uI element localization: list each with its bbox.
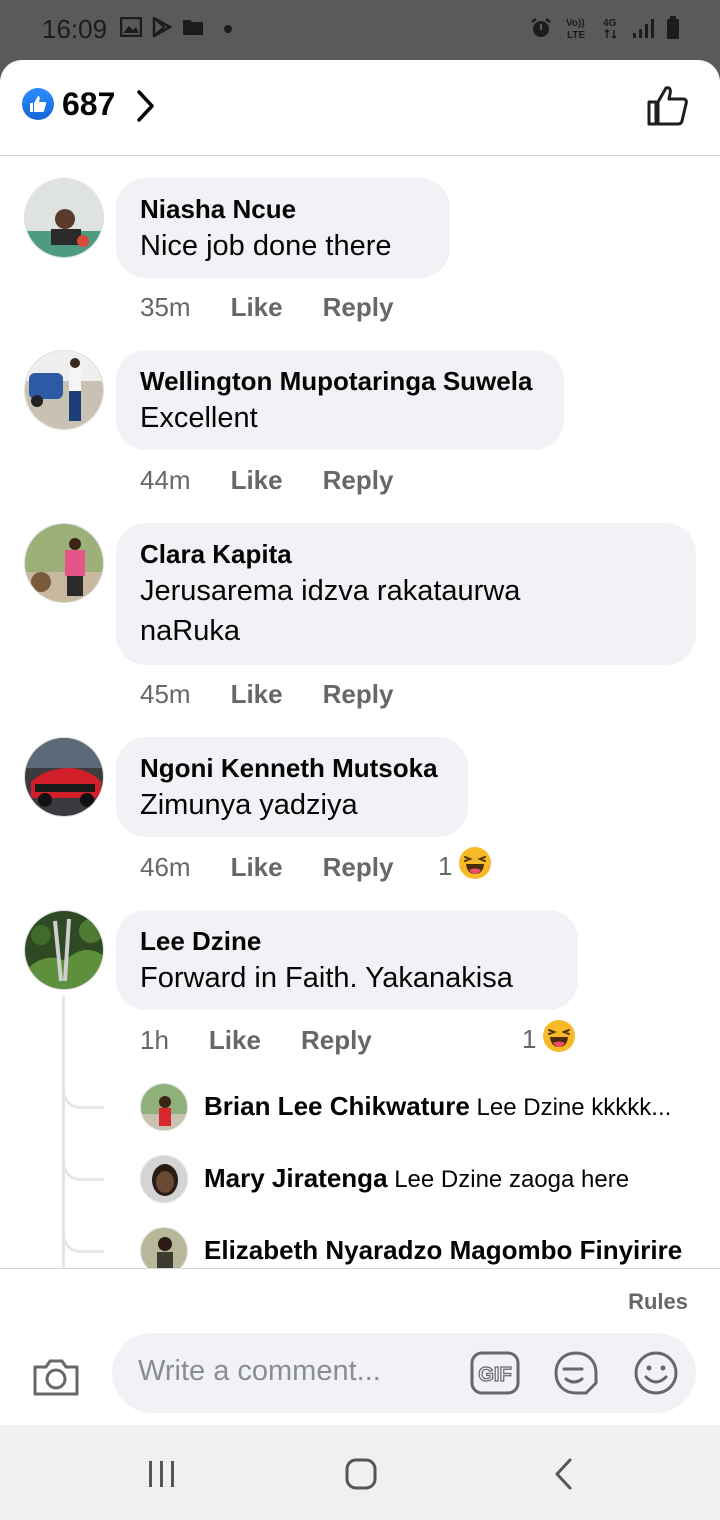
comment-reactions[interactable]: 1 bbox=[438, 846, 492, 887]
comment-author[interactable]: Wellington Mupotaringa Suwela bbox=[140, 364, 540, 398]
rules-link[interactable]: Rules bbox=[628, 1289, 688, 1315]
like-badge-icon bbox=[22, 88, 54, 120]
reply-item[interactable]: Mary Jiratenga Lee Dzine zaoga here bbox=[204, 1163, 629, 1194]
svg-text:4G: 4G bbox=[603, 18, 617, 29]
comment-text-line: Jerusarema idzva rakataurwa bbox=[140, 575, 521, 607]
like-comment-button[interactable]: Like bbox=[231, 679, 283, 710]
chevron-right-icon[interactable] bbox=[134, 88, 158, 129]
reply-comment-button[interactable]: Reply bbox=[301, 1025, 372, 1056]
comment-meta: 44m Like Reply bbox=[140, 465, 393, 496]
reply-author[interactable]: Mary Jiratenga bbox=[204, 1163, 388, 1193]
comment-text: Zimunya yadziya bbox=[140, 789, 358, 821]
like-comment-button[interactable]: Like bbox=[231, 292, 283, 323]
play-store-icon bbox=[152, 15, 173, 42]
comments-list: Niasha Ncue Nice job done there 35m Like… bbox=[0, 156, 720, 1268]
comment-text: Excellent bbox=[140, 402, 258, 434]
comment-text: Forward in Faith. Yakanakisa bbox=[140, 962, 513, 994]
back-icon[interactable] bbox=[552, 1457, 576, 1496]
reply-author[interactable]: Brian Lee Chikwature bbox=[204, 1091, 470, 1121]
comment-time[interactable]: 44m bbox=[140, 465, 191, 496]
avatar[interactable] bbox=[24, 350, 104, 430]
comment-author[interactable]: Lee Dzine bbox=[140, 924, 554, 958]
comment-bubble[interactable]: Wellington Mupotaringa Suwela Excellent bbox=[116, 350, 564, 450]
comment-bubble[interactable]: Lee Dzine Forward in Faith. Yakanakisa bbox=[116, 910, 578, 1010]
comment-meta: 35m Like Reply bbox=[140, 292, 393, 323]
emoji-icon[interactable] bbox=[632, 1349, 680, 1402]
like-comment-button[interactable]: Like bbox=[231, 465, 283, 496]
comment-author[interactable]: Niasha Ncue bbox=[140, 192, 426, 226]
sticker-icon[interactable] bbox=[552, 1349, 600, 1402]
thread-branch bbox=[62, 1159, 104, 1181]
gif-label: GIF bbox=[478, 1364, 511, 1386]
reply-comment-button[interactable]: Reply bbox=[323, 852, 394, 883]
reply-text: Lee Dzine kkkkk... bbox=[476, 1094, 672, 1121]
reply-comment-button[interactable]: Reply bbox=[323, 292, 394, 323]
comment-time[interactable]: 45m bbox=[140, 679, 191, 710]
avatar[interactable] bbox=[24, 178, 104, 258]
comment-reaction-count: 1 bbox=[438, 851, 453, 881]
like-post-button[interactable] bbox=[646, 84, 690, 133]
comment-reactions[interactable]: 1 bbox=[522, 1019, 576, 1060]
avatar[interactable] bbox=[24, 910, 104, 990]
comment-time[interactable]: 35m bbox=[140, 292, 191, 323]
reply-comment-button[interactable]: Reply bbox=[323, 465, 394, 496]
volte-icon: Vo)) LTE bbox=[564, 16, 590, 45]
reactions-header[interactable]: 687 bbox=[0, 60, 720, 156]
like-comment-button[interactable]: Like bbox=[231, 852, 283, 883]
folder-icon bbox=[182, 18, 204, 41]
comment-reaction-count: 1 bbox=[522, 1024, 537, 1054]
4g-icon: 4G bbox=[602, 16, 620, 45]
camera-icon[interactable] bbox=[32, 1357, 80, 1402]
battery-icon bbox=[666, 16, 680, 45]
comment-author[interactable]: Clara Kapita bbox=[140, 537, 672, 571]
comment-bubble[interactable]: Niasha Ncue Nice job done there bbox=[116, 178, 450, 278]
avatar[interactable] bbox=[24, 737, 104, 817]
comment-input-placeholder: Write a comment... bbox=[138, 1355, 381, 1387]
avatar[interactable] bbox=[140, 1227, 188, 1268]
status-time: 16:09 bbox=[42, 14, 108, 44]
gif-icon[interactable]: GIF bbox=[470, 1349, 520, 1402]
comment-author[interactable]: Ngoni Kenneth Mutsoka bbox=[140, 751, 444, 785]
status-bar: 16:09 Vo)) LTE 4G bbox=[0, 0, 720, 60]
comment-meta: 46m Like Reply bbox=[140, 852, 393, 883]
reply-author[interactable]: Elizabeth Nyaradzo Magombo Finyirire bbox=[204, 1235, 682, 1265]
comment-meta: 1h Like Reply bbox=[140, 1025, 372, 1056]
svg-text:LTE: LTE bbox=[567, 30, 585, 40]
svg-text:Vo)): Vo)) bbox=[566, 18, 585, 29]
comments-sheet: 687 Niasha Ncue Nice job done there 35m … bbox=[0, 60, 720, 1425]
signal-icon bbox=[632, 17, 654, 44]
avatar[interactable] bbox=[24, 523, 104, 603]
reply-item[interactable]: Brian Lee Chikwature Lee Dzine kkkkk... bbox=[204, 1091, 671, 1122]
android-nav-bar bbox=[0, 1425, 720, 1520]
comment-bubble[interactable]: Clara Kapita Jerusarema idzva rakataurwa… bbox=[116, 523, 696, 665]
comment-input[interactable]: Write a comment... GIF bbox=[112, 1333, 696, 1413]
recent-apps-icon[interactable] bbox=[146, 1459, 178, 1494]
comment-bubble[interactable]: Ngoni Kenneth Mutsoka Zimunya yadziya bbox=[116, 737, 468, 837]
avatar[interactable] bbox=[140, 1155, 188, 1203]
reply-comment-button[interactable]: Reply bbox=[323, 679, 394, 710]
avatar[interactable] bbox=[140, 1083, 188, 1131]
like-comment-button[interactable]: Like bbox=[209, 1025, 261, 1056]
thread-branch bbox=[62, 1087, 104, 1109]
thread-line bbox=[62, 996, 65, 1268]
comment-time[interactable]: 1h bbox=[140, 1025, 169, 1056]
comment-text: Nice job done there bbox=[140, 230, 392, 262]
reaction-count[interactable]: 687 bbox=[62, 86, 115, 123]
home-icon[interactable] bbox=[344, 1457, 378, 1496]
comment-composer: Rules Write a comment... GIF bbox=[0, 1268, 720, 1425]
comment-meta: 45m Like Reply bbox=[140, 679, 393, 710]
comment-text-line: naRuka bbox=[140, 615, 240, 647]
image-icon bbox=[119, 16, 143, 42]
thread-branch bbox=[62, 1231, 104, 1253]
dot-icon bbox=[214, 21, 234, 39]
haha-reaction-icon bbox=[542, 1019, 576, 1060]
haha-reaction-icon bbox=[458, 846, 492, 887]
reply-item[interactable]: Elizabeth Nyaradzo Magombo Finyirire bbox=[204, 1235, 682, 1266]
alarm-icon bbox=[530, 17, 552, 44]
comment-time[interactable]: 46m bbox=[140, 852, 191, 883]
reply-text: Lee Dzine zaoga here bbox=[394, 1166, 630, 1193]
